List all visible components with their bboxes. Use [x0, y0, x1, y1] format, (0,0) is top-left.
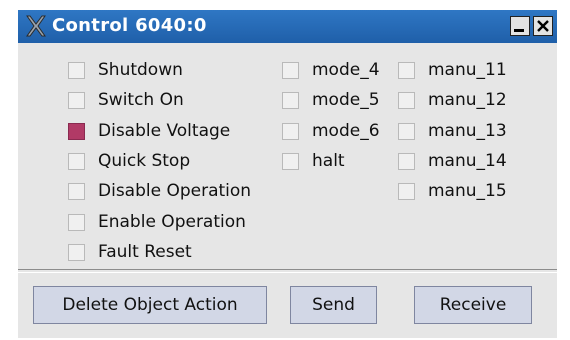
title-bar[interactable]: Control 6040:0	[18, 10, 557, 43]
checkbox-box[interactable]	[398, 122, 415, 140]
checkbox-label: Disable Voltage	[98, 121, 231, 141]
checkbox-mode-4[interactable]: mode_4	[282, 60, 380, 80]
checkbox-label: manu_14	[428, 151, 507, 171]
checkbox-box[interactable]	[282, 152, 299, 170]
minimize-button[interactable]	[510, 16, 530, 36]
checkbox-box[interactable]	[68, 91, 85, 109]
checkbox-box[interactable]	[398, 182, 415, 200]
checkbox-label: Shutdown	[98, 60, 183, 80]
checkbox-label: mode_4	[312, 60, 380, 80]
checkbox-box[interactable]	[68, 152, 85, 170]
receive-button[interactable]: Receive	[414, 286, 532, 324]
checkbox-box[interactable]	[68, 243, 85, 261]
minimize-icon	[514, 29, 524, 32]
checkbox-box[interactable]	[398, 152, 415, 170]
checkbox-switch-on[interactable]: Switch On	[68, 90, 184, 110]
checkbox-box[interactable]	[68, 61, 85, 79]
checkbox-manu-14[interactable]: manu_14	[398, 151, 507, 171]
checkbox-manu-15[interactable]: manu_15	[398, 181, 507, 201]
checkbox-label: Switch On	[98, 90, 184, 110]
checkbox-mode-6[interactable]: mode_6	[282, 121, 380, 141]
control-window: Control 6040:0 Shutdown Switch On Disabl…	[18, 10, 557, 338]
checkbox-box-checked[interactable]	[68, 122, 85, 140]
checkbox-label: Quick Stop	[98, 151, 191, 171]
checkbox-label: manu_12	[428, 90, 507, 110]
checkbox-box[interactable]	[398, 91, 415, 109]
checkbox-mode-5[interactable]: mode_5	[282, 90, 380, 110]
delete-object-action-button[interactable]: Delete Object Action	[33, 286, 267, 324]
checkbox-box[interactable]	[68, 182, 85, 200]
checkbox-enable-operation[interactable]: Enable Operation	[68, 212, 246, 232]
checkbox-manu-13[interactable]: manu_13	[398, 121, 507, 141]
send-button[interactable]: Send	[290, 286, 377, 324]
x-app-icon	[25, 14, 47, 38]
close-icon	[537, 20, 549, 32]
checkbox-shutdown[interactable]: Shutdown	[68, 60, 183, 80]
checkbox-label: manu_13	[428, 121, 507, 141]
checkbox-label: halt	[312, 151, 345, 171]
checkbox-label: manu_15	[428, 181, 507, 201]
close-button[interactable]	[533, 16, 553, 36]
checkbox-disable-voltage[interactable]: Disable Voltage	[68, 121, 230, 141]
checkbox-box[interactable]	[282, 61, 299, 79]
checkbox-label: mode_5	[312, 90, 380, 110]
checkbox-label: Disable Operation	[98, 181, 252, 201]
checkbox-label: Enable Operation	[98, 212, 246, 232]
checkbox-box[interactable]	[282, 91, 299, 109]
checkbox-box[interactable]	[398, 61, 415, 79]
separator	[18, 269, 557, 273]
checkbox-halt[interactable]: halt	[282, 151, 345, 171]
checkbox-manu-12[interactable]: manu_12	[398, 90, 507, 110]
checkbox-manu-11[interactable]: manu_11	[398, 60, 507, 80]
checkbox-label: mode_6	[312, 121, 380, 141]
checkbox-disable-operation[interactable]: Disable Operation	[68, 181, 251, 201]
checkbox-fault-reset[interactable]: Fault Reset	[68, 242, 192, 262]
checkbox-quick-stop[interactable]: Quick Stop	[68, 151, 190, 171]
checkbox-box[interactable]	[282, 122, 299, 140]
window-title: Control 6040:0	[52, 15, 207, 36]
checkbox-label: Fault Reset	[98, 242, 192, 262]
checkbox-label: manu_11	[428, 60, 507, 80]
checkbox-box[interactable]	[68, 213, 85, 231]
